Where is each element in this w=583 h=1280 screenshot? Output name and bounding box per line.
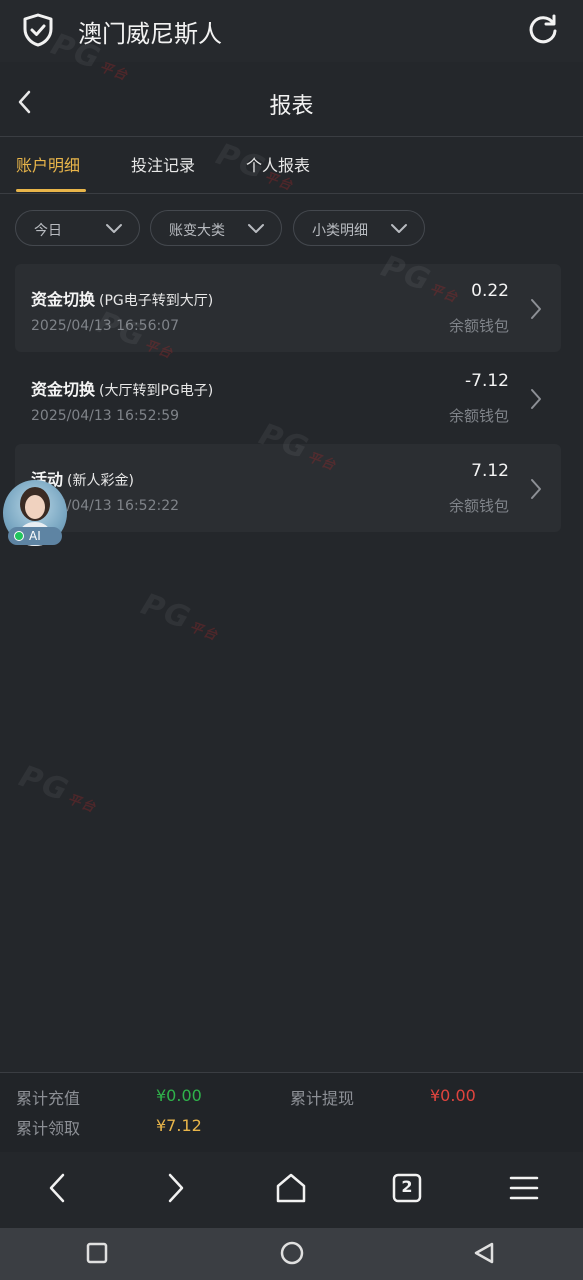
- browser-forward-icon[interactable]: [157, 1170, 193, 1206]
- record-amount: -7.12: [465, 371, 509, 391]
- total-deposit-label: 累计充值: [16, 1089, 81, 1108]
- chevron-right-icon: [531, 389, 541, 409]
- record-wallet: 余额钱包: [448, 317, 509, 335]
- record-wallet: 余额钱包: [448, 497, 509, 515]
- active-tab-indicator: [16, 189, 86, 192]
- record-title: 资金切换 (PG电子转到大厅): [31, 290, 214, 309]
- system-home-icon[interactable]: [279, 1240, 305, 1266]
- record-detail: (新人彩金): [67, 473, 134, 489]
- filter-category-label: 账变大类: [169, 223, 225, 239]
- chevron-right-icon: [531, 299, 541, 319]
- record-detail: (大厅转到PG电子): [99, 383, 214, 399]
- chevron-down-icon: [248, 224, 264, 233]
- total-withdraw-value: ¥0.00: [430, 1086, 476, 1105]
- filter-subcategory-label: 小类明细: [312, 223, 368, 239]
- filter-subcategory-dropdown[interactable]: 小类明细: [293, 210, 425, 246]
- tab-account-details[interactable]: 账户明细: [16, 152, 80, 176]
- tab-bet-records[interactable]: 投注记录: [131, 152, 195, 176]
- record-amount: 7.12: [471, 461, 509, 481]
- total-deposit-value: ¥0.00: [156, 1086, 202, 1105]
- record-amount: 0.22: [471, 281, 509, 301]
- refresh-icon[interactable]: [526, 13, 560, 47]
- chevron-down-icon: [106, 224, 122, 233]
- filter-category-dropdown[interactable]: 账变大类: [150, 210, 282, 246]
- shield-check-icon[interactable]: [22, 13, 54, 47]
- watermark: PG平台: [136, 586, 221, 645]
- record-wallet: 余额钱包: [448, 407, 509, 425]
- total-claim-label: 累计领取: [16, 1119, 81, 1138]
- ai-badge-label: AI: [29, 529, 41, 543]
- filter-date-label: 今日: [34, 223, 62, 239]
- header-divider: [0, 136, 583, 137]
- watermark: PG平台: [14, 758, 99, 817]
- recent-apps-icon[interactable]: [86, 1242, 108, 1264]
- tabs-divider: [0, 193, 583, 194]
- system-back-icon[interactable]: [472, 1241, 496, 1265]
- total-withdraw-label: 累计提现: [290, 1089, 355, 1108]
- chevron-down-icon: [391, 224, 407, 233]
- tab-count: 2: [401, 1177, 413, 1196]
- online-status-dot: [14, 531, 24, 541]
- record-time: 2025/04/13 16:52:59: [31, 408, 180, 424]
- page-title: 报表: [269, 94, 314, 119]
- browser-back-icon[interactable]: [40, 1170, 76, 1206]
- filter-date-dropdown[interactable]: 今日: [15, 210, 140, 246]
- record-detail: (PG电子转到大厅): [99, 293, 214, 309]
- watermark: PG平台: [211, 136, 296, 195]
- total-claim-value: ¥7.12: [156, 1116, 202, 1135]
- chevron-right-icon: [531, 479, 541, 499]
- home-icon[interactable]: [273, 1170, 309, 1206]
- menu-icon[interactable]: [506, 1170, 542, 1206]
- record-title: 资金切换 (大厅转到PG电子): [31, 380, 214, 399]
